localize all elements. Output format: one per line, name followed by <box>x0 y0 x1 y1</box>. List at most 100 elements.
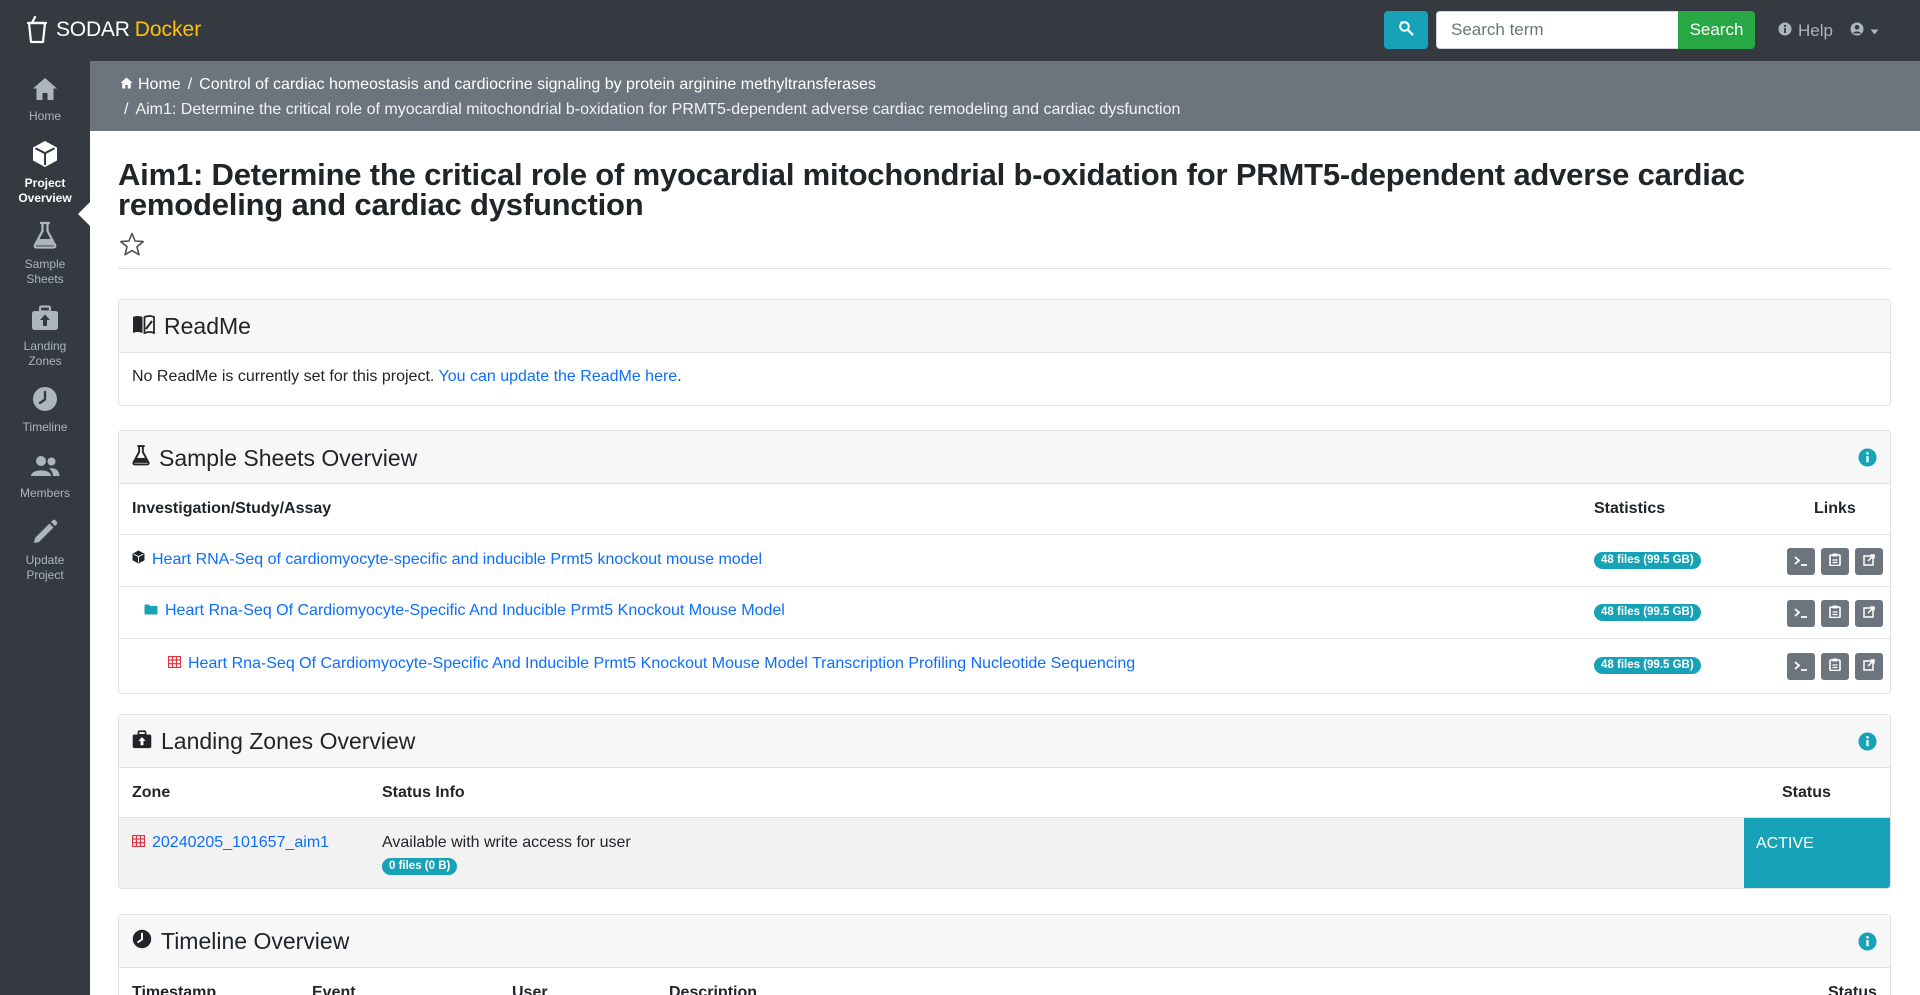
sidebar-item-update-project[interactable]: Update Project <box>0 517 90 583</box>
column-header-status: Status <box>1828 984 1877 995</box>
zone-files-badge: 0 files (0 B) <box>382 858 458 875</box>
page-title-line-2: remodeling and cardiac dysfunction <box>118 187 644 222</box>
sidebar-item-label: Members <box>19 486 70 500</box>
top-navbar: SODARDocker Search Help <box>0 0 1920 61</box>
readme-suffix: . <box>677 368 682 385</box>
sidebar-item-label: Project <box>24 176 66 190</box>
sample-sheets-title: Sample Sheets Overview <box>159 444 418 471</box>
flask-icon <box>33 221 57 253</box>
readme-empty-text: No ReadMe is currently set for this proj… <box>132 368 435 385</box>
column-header-statistics: Statistics <box>1594 500 1666 517</box>
sidebar-item-landing-zones[interactable]: Landing Zones <box>0 303 90 369</box>
flask-icon <box>132 444 150 472</box>
search-advanced-icon <box>1398 20 1414 41</box>
sidebar-item-sample-sheets[interactable]: Sample Sheets <box>0 221 90 287</box>
sidebar: Home Project Overview Sample Sheets Land… <box>0 61 91 995</box>
caret-down-icon <box>1870 22 1879 40</box>
copy-path-button[interactable] <box>1821 653 1849 680</box>
copy-path-button[interactable] <box>1821 600 1849 627</box>
open-external-button[interactable] <box>1855 653 1883 680</box>
cube-icon <box>132 550 145 569</box>
briefcase-upload-icon <box>31 305 59 335</box>
open-external-button[interactable] <box>1855 548 1883 575</box>
assay-name: Heart Rna-Seq Of Cardiomyocyte-Specific … <box>188 655 1136 672</box>
table-row: 20240205_101657_aim1 Available with writ… <box>119 817 1890 888</box>
brand-name: SODAR <box>56 18 130 41</box>
breadcrumb-parent-project[interactable]: Control of cardiac homeostasis and cardi… <box>199 76 876 94</box>
breadcrumb: Home / Control of cardiac homeostasis an… <box>90 61 1920 131</box>
help-label: Help <box>1798 21 1833 40</box>
irods-cmd-button[interactable] <box>1787 600 1815 627</box>
cube-icon <box>32 140 58 172</box>
folder-icon <box>144 602 158 620</box>
user-dropdown[interactable] <box>1850 20 1879 42</box>
file-stats-badge: 48 files (99.5 GB) <box>1594 657 1701 674</box>
readme-card: ReadMe No ReadMe is currently set for th… <box>118 299 1891 406</box>
sidebar-item-timeline[interactable]: Timeline <box>0 384 90 435</box>
column-header-status: Status <box>1782 784 1831 801</box>
column-header-user: User <box>512 984 548 995</box>
investigation-name: Heart RNA-Seq of cardiomyocyte-specific … <box>152 550 763 568</box>
column-header-timestamp: Timestamp <box>132 984 217 995</box>
column-header-links: Links <box>1814 500 1856 517</box>
sidebar-item-home[interactable]: Home <box>0 73 90 124</box>
study-link[interactable]: Heart Rna-Seq Of Cardiomyocyte-Specific … <box>144 602 785 620</box>
external-link-icon <box>1863 605 1875 623</box>
sidebar-item-label: Update <box>25 553 65 567</box>
irods-cmd-button[interactable] <box>1787 548 1815 575</box>
briefcase-upload-icon <box>132 728 152 755</box>
sidebar-item-label: Landing <box>23 339 67 353</box>
info-icon[interactable] <box>1858 932 1877 956</box>
advanced-search-button[interactable] <box>1384 11 1428 49</box>
column-header-isa: Investigation/Study/Assay <box>132 500 332 517</box>
user-icon <box>1850 22 1864 41</box>
sidebar-item-members[interactable]: Members <box>0 450 90 501</box>
title-divider <box>118 268 1891 269</box>
clipboard-icon <box>1829 605 1841 623</box>
sidebar-item-label: Overview <box>18 191 72 205</box>
breadcrumb-separator: / <box>124 101 129 118</box>
pencil-icon <box>32 519 58 549</box>
clipboard-icon <box>1829 658 1841 676</box>
home-icon <box>32 77 58 105</box>
clock-icon <box>32 386 58 416</box>
sidebar-item-project-overview[interactable]: Project Overview <box>0 140 90 206</box>
column-header-event: Event <box>312 984 356 995</box>
breadcrumb-home-label: Home <box>138 76 181 93</box>
table-row: Heart RNA-Seq of cardiomyocyte-specific … <box>119 534 1890 586</box>
sample-sheets-card-header: Sample Sheets Overview <box>119 431 1890 484</box>
zone-name: 20240205_101657_aim1 <box>152 834 330 851</box>
sidebar-item-label: Zones <box>28 354 62 368</box>
external-link-icon <box>1863 658 1875 676</box>
copy-path-button[interactable] <box>1821 548 1849 575</box>
readme-message: No ReadMe is currently set for this proj… <box>132 368 682 386</box>
row-link-buttons <box>1787 600 1883 627</box>
info-icon[interactable] <box>1858 448 1877 472</box>
file-stats-badge: 48 files (99.5 GB) <box>1594 552 1701 569</box>
open-external-button[interactable] <box>1855 600 1883 627</box>
book-icon <box>132 313 155 340</box>
readme-title: ReadMe <box>164 313 251 339</box>
zone-status: ACTIVE <box>1744 818 1890 888</box>
table-icon <box>131 834 146 852</box>
clock-icon <box>132 928 152 955</box>
terminal-icon <box>1794 658 1808 676</box>
star-project-button[interactable] <box>119 232 147 260</box>
readme-update-link[interactable]: You can update the ReadMe here <box>439 368 678 385</box>
terminal-icon <box>1794 553 1808 571</box>
terminal-icon <box>1794 605 1808 623</box>
zone-link[interactable]: 20240205_101657_aim1 <box>131 834 330 852</box>
assay-link[interactable]: Heart Rna-Seq Of Cardiomyocyte-Specific … <box>167 655 1136 673</box>
brand-logo[interactable]: SODAR Docker <box>26 14 201 46</box>
irods-cmd-button[interactable] <box>1787 653 1815 680</box>
table-icon <box>167 655 182 673</box>
search-input[interactable] <box>1436 11 1678 49</box>
members-icon <box>30 454 60 482</box>
brand-accent: Docker <box>134 18 202 41</box>
breadcrumb-home[interactable]: Home <box>120 76 181 94</box>
help-link[interactable]: Help <box>1778 20 1833 42</box>
table-row: Heart Rna-Seq Of Cardiomyocyte-Specific … <box>119 638 1890 693</box>
search-button[interactable]: Search <box>1678 11 1755 49</box>
info-icon[interactable] <box>1858 732 1877 756</box>
investigation-link[interactable]: Heart RNA-Seq of cardiomyocyte-specific … <box>132 550 762 569</box>
